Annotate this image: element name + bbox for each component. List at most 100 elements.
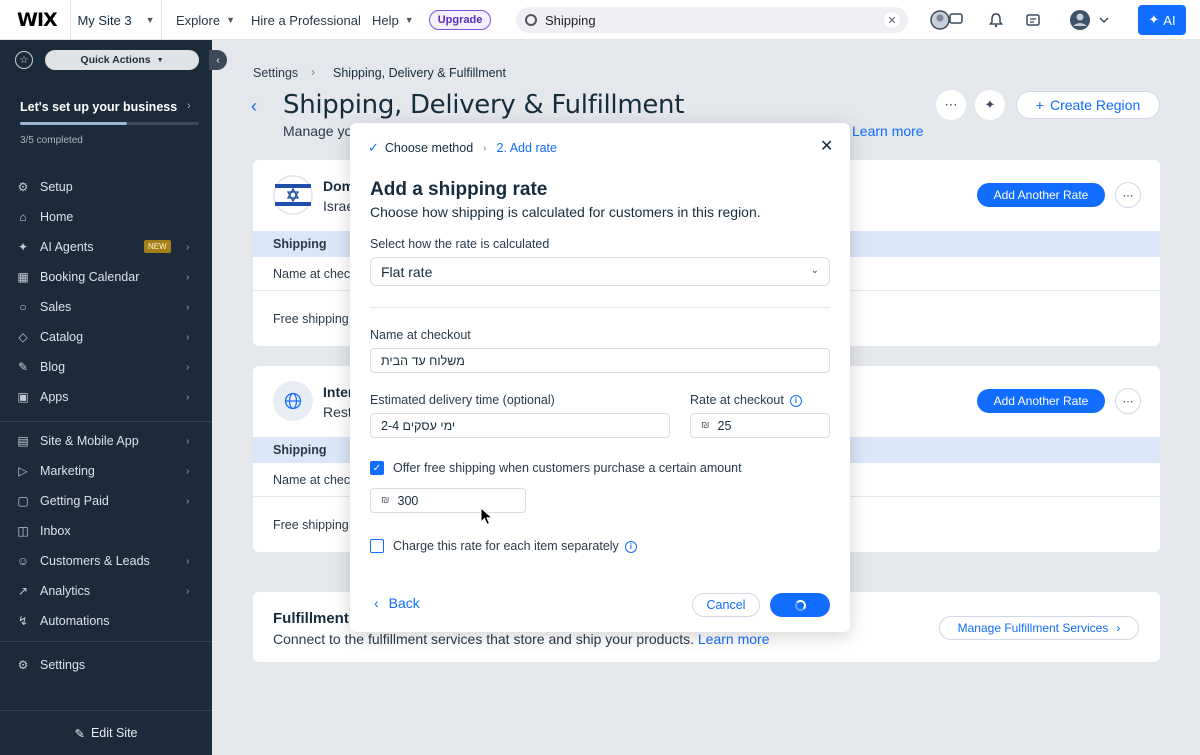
- more-options-icon[interactable]: ⋯: [1115, 388, 1141, 414]
- modal-title: Add a shipping rate: [370, 179, 548, 200]
- gear-icon: ⚙: [17, 658, 29, 672]
- sidebar-item-home[interactable]: ⌂ Home: [0, 202, 212, 232]
- israel-flag-icon: [273, 175, 313, 215]
- sidebar-item-catalog[interactable]: ◇ Catalog ›: [0, 322, 212, 352]
- star-icon[interactable]: ☆: [15, 51, 33, 69]
- wix-logo[interactable]: WIX: [17, 9, 58, 31]
- sparkle-icon: ✦: [1148, 12, 1160, 27]
- per-item-label-text: Charge this rate for each item separatel…: [393, 539, 619, 553]
- free-shipping-amount-value: 300: [397, 493, 419, 508]
- create-region-label: Create Region: [1049, 97, 1141, 113]
- nav-hire-label: Hire a Professional: [251, 12, 361, 28]
- chevron-right-icon: ›: [186, 465, 190, 477]
- fulfillment-learn-more-link[interactable]: Learn more: [698, 631, 770, 647]
- breadcrumb-settings[interactable]: Settings: [253, 66, 298, 80]
- sidebar-item-site-mobile-app[interactable]: ▤ Site & Mobile App ›: [0, 426, 212, 456]
- rate-label-text: Rate at checkout: [690, 393, 784, 407]
- back-arrow-icon[interactable]: ‹: [251, 96, 257, 117]
- collaborators-icon[interactable]: [930, 10, 964, 30]
- add-another-rate-button[interactable]: Add Another Rate: [977, 183, 1105, 207]
- chevron-right-icon: ›: [186, 361, 190, 373]
- page-title: Shipping, Delivery & Fulfillment: [283, 90, 685, 120]
- sidebar-item-label: Analytics: [40, 584, 91, 598]
- messages-icon[interactable]: [1023, 10, 1043, 30]
- delivery-time-input[interactable]: 2-4 ימי עסקים: [370, 413, 670, 438]
- free-shipping-amount-input[interactable]: ₪ 300: [370, 488, 526, 513]
- cancel-button[interactable]: Cancel: [692, 593, 760, 617]
- sidebar-item-sales[interactable]: ○ Sales ›: [0, 292, 212, 322]
- sidebar-item-ai-agents[interactable]: ✦ AI Agents NEW ›: [0, 232, 212, 262]
- search-bar[interactable]: Shipping ✕: [516, 7, 908, 33]
- sidebar-divider: [0, 421, 212, 422]
- sidebar-item-marketing[interactable]: ▷ Marketing ›: [0, 456, 212, 486]
- modal-subtitle: Choose how shipping is calculated for cu…: [370, 204, 761, 220]
- account-avatar[interactable]: [1068, 10, 1110, 30]
- add-another-rate-button[interactable]: Add Another Rate: [977, 389, 1105, 413]
- loading-spinner-icon: [794, 599, 806, 611]
- nav-explore-label: Explore: [176, 12, 221, 28]
- name-at-checkout-input[interactable]: משלוח עד הבית: [370, 348, 830, 373]
- chevron-right-icon: ›: [311, 65, 315, 79]
- edit-site-button[interactable]: ✎ Edit Site: [0, 710, 212, 755]
- ai-sparkle-icon[interactable]: ✦: [975, 90, 1005, 120]
- nav-explore[interactable]: Explore ▼: [176, 0, 235, 40]
- ai-assistant-button[interactable]: ✦ AI: [1138, 5, 1186, 35]
- fulfillment-subtitle: Connect to the fulfillment services that…: [273, 631, 769, 647]
- learn-more-link[interactable]: Learn more: [852, 123, 924, 139]
- sidebar-item-getting-paid[interactable]: ▢ Getting Paid ›: [0, 486, 212, 516]
- chevron-right-icon: ›: [186, 241, 190, 253]
- back-button[interactable]: ‹ Back: [374, 595, 420, 611]
- chevron-down-icon: ▼: [226, 15, 235, 25]
- upgrade-button[interactable]: Upgrade: [429, 10, 491, 30]
- chevron-right-icon: ›: [186, 585, 190, 597]
- sidebar-item-booking-calendar[interactable]: ▦ Booking Calendar ›: [0, 262, 212, 292]
- sidebar-item-automations[interactable]: ↯ Automations: [0, 606, 212, 636]
- sidebar-item-apps[interactable]: ▣ Apps ›: [0, 382, 212, 412]
- sidebar-item-inbox[interactable]: ◫ Inbox: [0, 516, 212, 546]
- chevron-down-icon: ▼: [404, 15, 414, 25]
- close-icon[interactable]: ✕: [820, 136, 833, 156]
- chevron-down-icon: ▼: [156, 56, 164, 64]
- free-shipping-checkbox[interactable]: ✓: [370, 461, 384, 475]
- sidebar-item-label: Site & Mobile App: [40, 434, 139, 448]
- chevron-right-icon: ›: [1116, 621, 1121, 635]
- collapse-sidebar-button[interactable]: ‹: [209, 50, 227, 70]
- chevron-right-icon: ›: [186, 391, 190, 403]
- per-item-checkbox[interactable]: [370, 539, 384, 553]
- chevron-right-icon: ›: [186, 435, 190, 447]
- row-label: Name at check: [273, 472, 357, 487]
- sidebar-item-blog[interactable]: ✎ Blog ›: [0, 352, 212, 382]
- save-button[interactable]: [770, 593, 830, 617]
- nav-hire-professional[interactable]: Hire a Professional: [251, 0, 361, 40]
- manage-fulfillment-services-button[interactable]: Manage Fulfillment Services ›: [939, 616, 1139, 640]
- calendar-icon: ▦: [17, 270, 29, 284]
- more-actions-icon[interactable]: ⋯: [936, 90, 966, 120]
- more-options-icon[interactable]: ⋯: [1115, 182, 1141, 208]
- sidebar-item-label: Sales: [40, 300, 72, 314]
- notifications-bell-icon[interactable]: [986, 10, 1006, 30]
- sidebar-item-label: Home: [40, 210, 74, 224]
- create-region-button[interactable]: + Create Region: [1016, 91, 1160, 119]
- new-badge: NEW: [144, 240, 171, 253]
- sidebar-item-label: Getting Paid: [40, 494, 109, 508]
- clear-search-icon[interactable]: ✕: [884, 12, 900, 28]
- sidebar-item-analytics[interactable]: ↗ Analytics ›: [0, 576, 212, 606]
- step-choose-method[interactable]: Choose method: [385, 141, 473, 155]
- quick-actions-button[interactable]: Quick Actions ▼: [45, 50, 199, 70]
- info-icon[interactable]: i: [624, 540, 637, 553]
- nav-help[interactable]: Help ▼: [372, 0, 414, 40]
- setup-title[interactable]: Let's set up your business: [20, 100, 177, 114]
- sidebar-item-setup[interactable]: ⚙ Setup: [0, 172, 212, 202]
- rate-input[interactable]: ₪ 25: [690, 413, 830, 438]
- sidebar-item-settings[interactable]: ⚙ Settings: [0, 650, 212, 680]
- calc-method-dropdown[interactable]: Flat rate ⌄: [370, 257, 830, 286]
- divider: [370, 307, 830, 308]
- row-label: Free shipping: [273, 311, 349, 326]
- site-selector[interactable]: My Site 3 ▼: [70, 0, 162, 40]
- step-add-rate: 2. Add rate: [496, 141, 557, 155]
- sidebar-item-customers-leads[interactable]: ☺ Customers & Leads ›: [0, 546, 212, 576]
- search-input[interactable]: Shipping: [545, 13, 596, 28]
- chevron-right-icon: ›: [187, 100, 191, 112]
- info-icon[interactable]: i: [789, 394, 802, 407]
- back-label: Back: [388, 595, 420, 611]
